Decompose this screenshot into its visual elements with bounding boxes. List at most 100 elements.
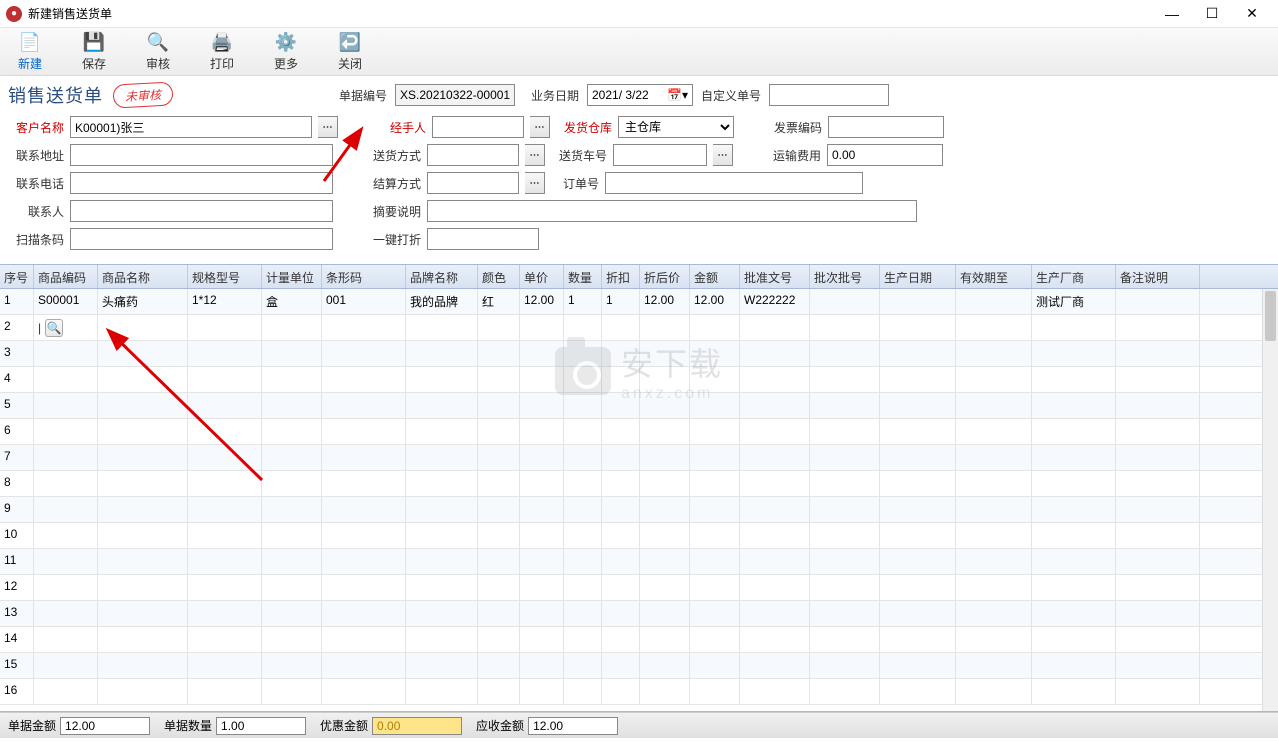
table-cell[interactable] bbox=[188, 367, 262, 392]
table-cell[interactable]: 7 bbox=[0, 445, 34, 470]
table-cell[interactable] bbox=[740, 393, 810, 418]
table-cell[interactable] bbox=[956, 393, 1032, 418]
table-cell[interactable] bbox=[956, 471, 1032, 496]
table-cell[interactable]: 12 bbox=[0, 575, 34, 600]
table-cell[interactable] bbox=[1032, 627, 1116, 652]
table-cell[interactable] bbox=[98, 445, 188, 470]
table-cell[interactable] bbox=[262, 367, 322, 392]
table-cell[interactable] bbox=[98, 575, 188, 600]
table-cell[interactable] bbox=[690, 445, 740, 470]
close-button[interactable]: ✕ bbox=[1232, 1, 1272, 27]
table-cell[interactable] bbox=[188, 497, 262, 522]
table-cell[interactable] bbox=[564, 653, 602, 678]
table-cell[interactable] bbox=[956, 341, 1032, 366]
table-cell[interactable] bbox=[98, 419, 188, 444]
doc-no-input[interactable] bbox=[395, 84, 515, 106]
table-cell[interactable] bbox=[740, 367, 810, 392]
table-cell[interactable] bbox=[602, 549, 640, 574]
table-cell[interactable]: 11 bbox=[0, 549, 34, 574]
table-cell[interactable] bbox=[406, 341, 478, 366]
table-cell[interactable] bbox=[188, 341, 262, 366]
table-cell[interactable] bbox=[640, 653, 690, 678]
table-cell[interactable] bbox=[98, 627, 188, 652]
table-cell[interactable] bbox=[564, 445, 602, 470]
col-header[interactable]: 单价 bbox=[520, 265, 564, 288]
table-cell[interactable] bbox=[34, 575, 98, 600]
table-cell[interactable] bbox=[1032, 653, 1116, 678]
table-row[interactable]: 9 bbox=[0, 497, 1278, 523]
table-cell[interactable] bbox=[602, 627, 640, 652]
table-cell[interactable] bbox=[1116, 575, 1200, 600]
table-cell[interactable] bbox=[98, 341, 188, 366]
table-cell[interactable] bbox=[1116, 419, 1200, 444]
custom-no-input[interactable] bbox=[769, 84, 889, 106]
table-cell[interactable] bbox=[1032, 497, 1116, 522]
table-cell[interactable] bbox=[322, 679, 406, 704]
table-row[interactable]: 3 bbox=[0, 341, 1278, 367]
table-cell[interactable] bbox=[810, 419, 880, 444]
handler-input[interactable] bbox=[432, 116, 524, 138]
table-cell[interactable] bbox=[322, 315, 406, 340]
table-cell[interactable] bbox=[640, 367, 690, 392]
barcode-input[interactable] bbox=[70, 228, 333, 250]
table-cell[interactable] bbox=[640, 549, 690, 574]
table-cell[interactable] bbox=[564, 627, 602, 652]
col-header[interactable]: 金额 bbox=[690, 265, 740, 288]
table-cell[interactable] bbox=[690, 341, 740, 366]
table-cell[interactable] bbox=[640, 419, 690, 444]
table-cell[interactable] bbox=[1032, 575, 1116, 600]
table-cell[interactable]: 红 bbox=[478, 289, 520, 314]
discount-input[interactable] bbox=[427, 228, 539, 250]
table-cell[interactable] bbox=[564, 315, 602, 340]
table-row[interactable]: 16 bbox=[0, 679, 1278, 705]
table-cell[interactable] bbox=[520, 497, 564, 522]
table-cell[interactable] bbox=[478, 367, 520, 392]
table-cell[interactable]: 14 bbox=[0, 627, 34, 652]
table-cell[interactable] bbox=[520, 601, 564, 626]
freight-input[interactable] bbox=[827, 144, 943, 166]
table-cell[interactable] bbox=[880, 471, 956, 496]
col-header[interactable]: 备注说明 bbox=[1116, 265, 1200, 288]
receivable-value[interactable] bbox=[528, 717, 618, 735]
table-cell[interactable] bbox=[880, 367, 956, 392]
table-cell[interactable] bbox=[478, 601, 520, 626]
table-cell[interactable] bbox=[602, 341, 640, 366]
table-cell[interactable] bbox=[322, 367, 406, 392]
table-cell[interactable] bbox=[640, 315, 690, 340]
table-cell[interactable] bbox=[602, 471, 640, 496]
table-cell[interactable] bbox=[640, 393, 690, 418]
table-cell[interactable] bbox=[478, 393, 520, 418]
table-cell[interactable] bbox=[810, 601, 880, 626]
table-cell[interactable] bbox=[690, 653, 740, 678]
table-cell[interactable] bbox=[1116, 471, 1200, 496]
table-cell[interactable] bbox=[810, 367, 880, 392]
table-cell[interactable] bbox=[406, 523, 478, 548]
table-cell[interactable] bbox=[322, 497, 406, 522]
table-cell[interactable] bbox=[640, 679, 690, 704]
table-cell[interactable] bbox=[478, 679, 520, 704]
table-cell[interactable] bbox=[880, 419, 956, 444]
table-cell[interactable] bbox=[880, 653, 956, 678]
table-cell[interactable] bbox=[640, 523, 690, 548]
table-cell[interactable] bbox=[690, 549, 740, 574]
settle-input[interactable] bbox=[427, 172, 519, 194]
table-cell[interactable] bbox=[188, 549, 262, 574]
ship-method-input[interactable] bbox=[427, 144, 519, 166]
table-row[interactable]: 7 bbox=[0, 445, 1278, 471]
table-cell[interactable]: 8 bbox=[0, 471, 34, 496]
table-cell[interactable] bbox=[740, 497, 810, 522]
table-cell[interactable] bbox=[262, 393, 322, 418]
summary-input[interactable] bbox=[427, 200, 917, 222]
table-cell[interactable] bbox=[602, 445, 640, 470]
save-button[interactable]: 💾保存 bbox=[72, 32, 116, 72]
qty-value[interactable] bbox=[216, 717, 306, 735]
table-cell[interactable] bbox=[188, 653, 262, 678]
table-cell[interactable] bbox=[34, 393, 98, 418]
table-cell[interactable] bbox=[810, 627, 880, 652]
table-cell[interactable] bbox=[880, 445, 956, 470]
table-cell[interactable] bbox=[740, 601, 810, 626]
table-cell[interactable]: 001 bbox=[322, 289, 406, 314]
table-cell[interactable] bbox=[690, 497, 740, 522]
discount-amt-value[interactable] bbox=[372, 717, 462, 735]
table-cell[interactable] bbox=[520, 315, 564, 340]
